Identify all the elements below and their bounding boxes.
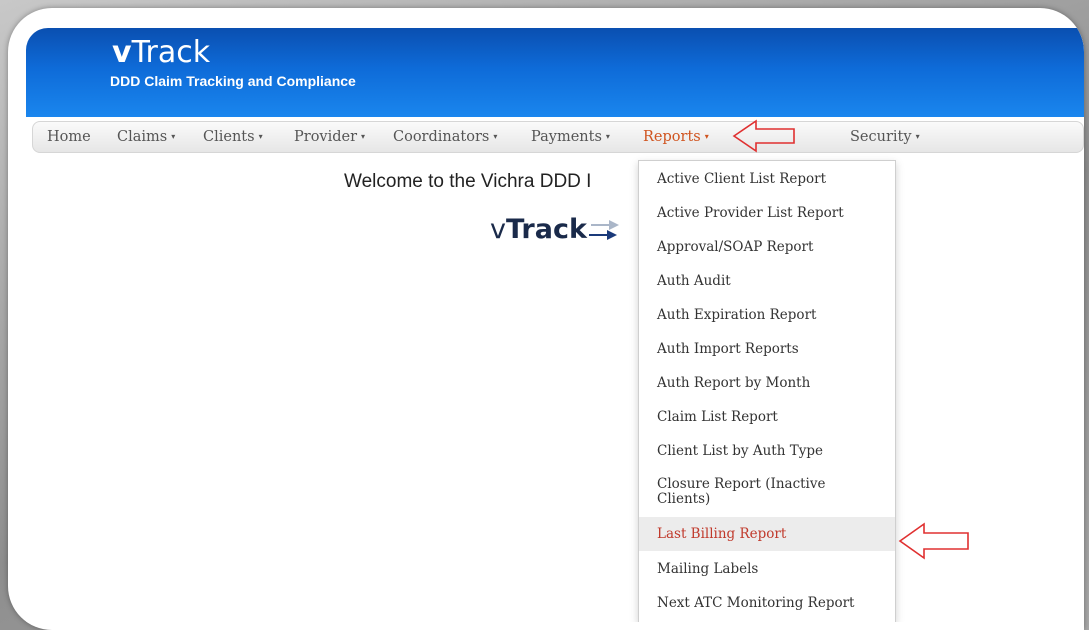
reports-dropdown: Active Client List Report Active Provide…	[638, 160, 896, 622]
logo-letter-v: v	[112, 35, 132, 70]
menu-item-auth-import-reports[interactable]: Auth Import Reports	[639, 341, 895, 357]
chevron-down-icon: ▾	[915, 132, 920, 141]
nav-coordinators[interactable]: Coordinators ▾	[393, 122, 497, 152]
menu-item-active-client-list-report[interactable]: Active Client List Report	[639, 171, 895, 187]
nav-provider[interactable]: Provider ▾	[294, 122, 365, 152]
menu-item-active-provider-list-report[interactable]: Active Provider List Report	[639, 205, 895, 221]
app-tagline: DDD Claim Tracking and Compliance	[110, 73, 356, 89]
app-header: vTrack DDD Claim Tracking and Compliance	[26, 28, 1084, 117]
nav-payments[interactable]: Payments ▾	[531, 122, 610, 152]
chevron-down-icon: ▾	[361, 132, 366, 141]
chevron-down-icon: ▾	[258, 132, 263, 141]
menu-item-auth-audit[interactable]: Auth Audit	[639, 273, 895, 289]
welcome-message: Welcome to the Vichra DDD I	[344, 171, 592, 192]
nav-home[interactable]: Home	[47, 122, 91, 152]
menu-item-last-billing-report[interactable]: Last Billing Report	[639, 517, 895, 551]
left-arrow-icon	[732, 119, 795, 153]
nav-clients[interactable]: Clients ▾	[203, 122, 263, 152]
main-nav: Home Claims ▾ Clients ▾ Provider ▾ Coordina…	[32, 121, 1084, 153]
menu-item-client-list-by-auth-type[interactable]: Client List by Auth Type	[639, 443, 895, 459]
app-window: vTrack DDD Claim Tracking and Compliance…	[26, 28, 1084, 622]
chevron-down-icon: ▾	[493, 132, 498, 141]
chevron-down-icon: ▾	[171, 132, 176, 141]
menu-item-approval-soap-report[interactable]: Approval/SOAP Report	[639, 239, 895, 255]
menu-item-next-atc-monitoring-report[interactable]: Next ATC Monitoring Report	[639, 595, 895, 611]
menu-item-auth-expiration-report[interactable]: Auth Expiration Report	[639, 307, 895, 323]
menu-item-claim-list-report[interactable]: Claim List Report	[639, 409, 895, 425]
screenshot-card: vTrack DDD Claim Tracking and Compliance…	[8, 8, 1084, 630]
left-arrow-icon	[898, 522, 969, 560]
logo-word-track: Track	[131, 35, 211, 70]
menu-item-auth-report-by-month[interactable]: Auth Report by Month	[639, 375, 895, 391]
nav-claims[interactable]: Claims ▾	[117, 122, 175, 152]
chevron-down-icon: ▾	[605, 132, 610, 141]
menu-item-mailing-labels[interactable]: Mailing Labels	[639, 561, 895, 577]
menu-item-closure-report[interactable]: Closure Report (Inactive Clients)	[639, 477, 895, 507]
nav-reports[interactable]: Reports ▾	[643, 122, 709, 152]
logo-arrows-icon	[588, 219, 619, 240]
vtrack-logo: vTrack	[490, 214, 623, 245]
chevron-down-icon: ▾	[704, 132, 709, 141]
app-logo: vTrack	[112, 36, 210, 70]
nav-security[interactable]: Security ▾	[850, 122, 920, 152]
